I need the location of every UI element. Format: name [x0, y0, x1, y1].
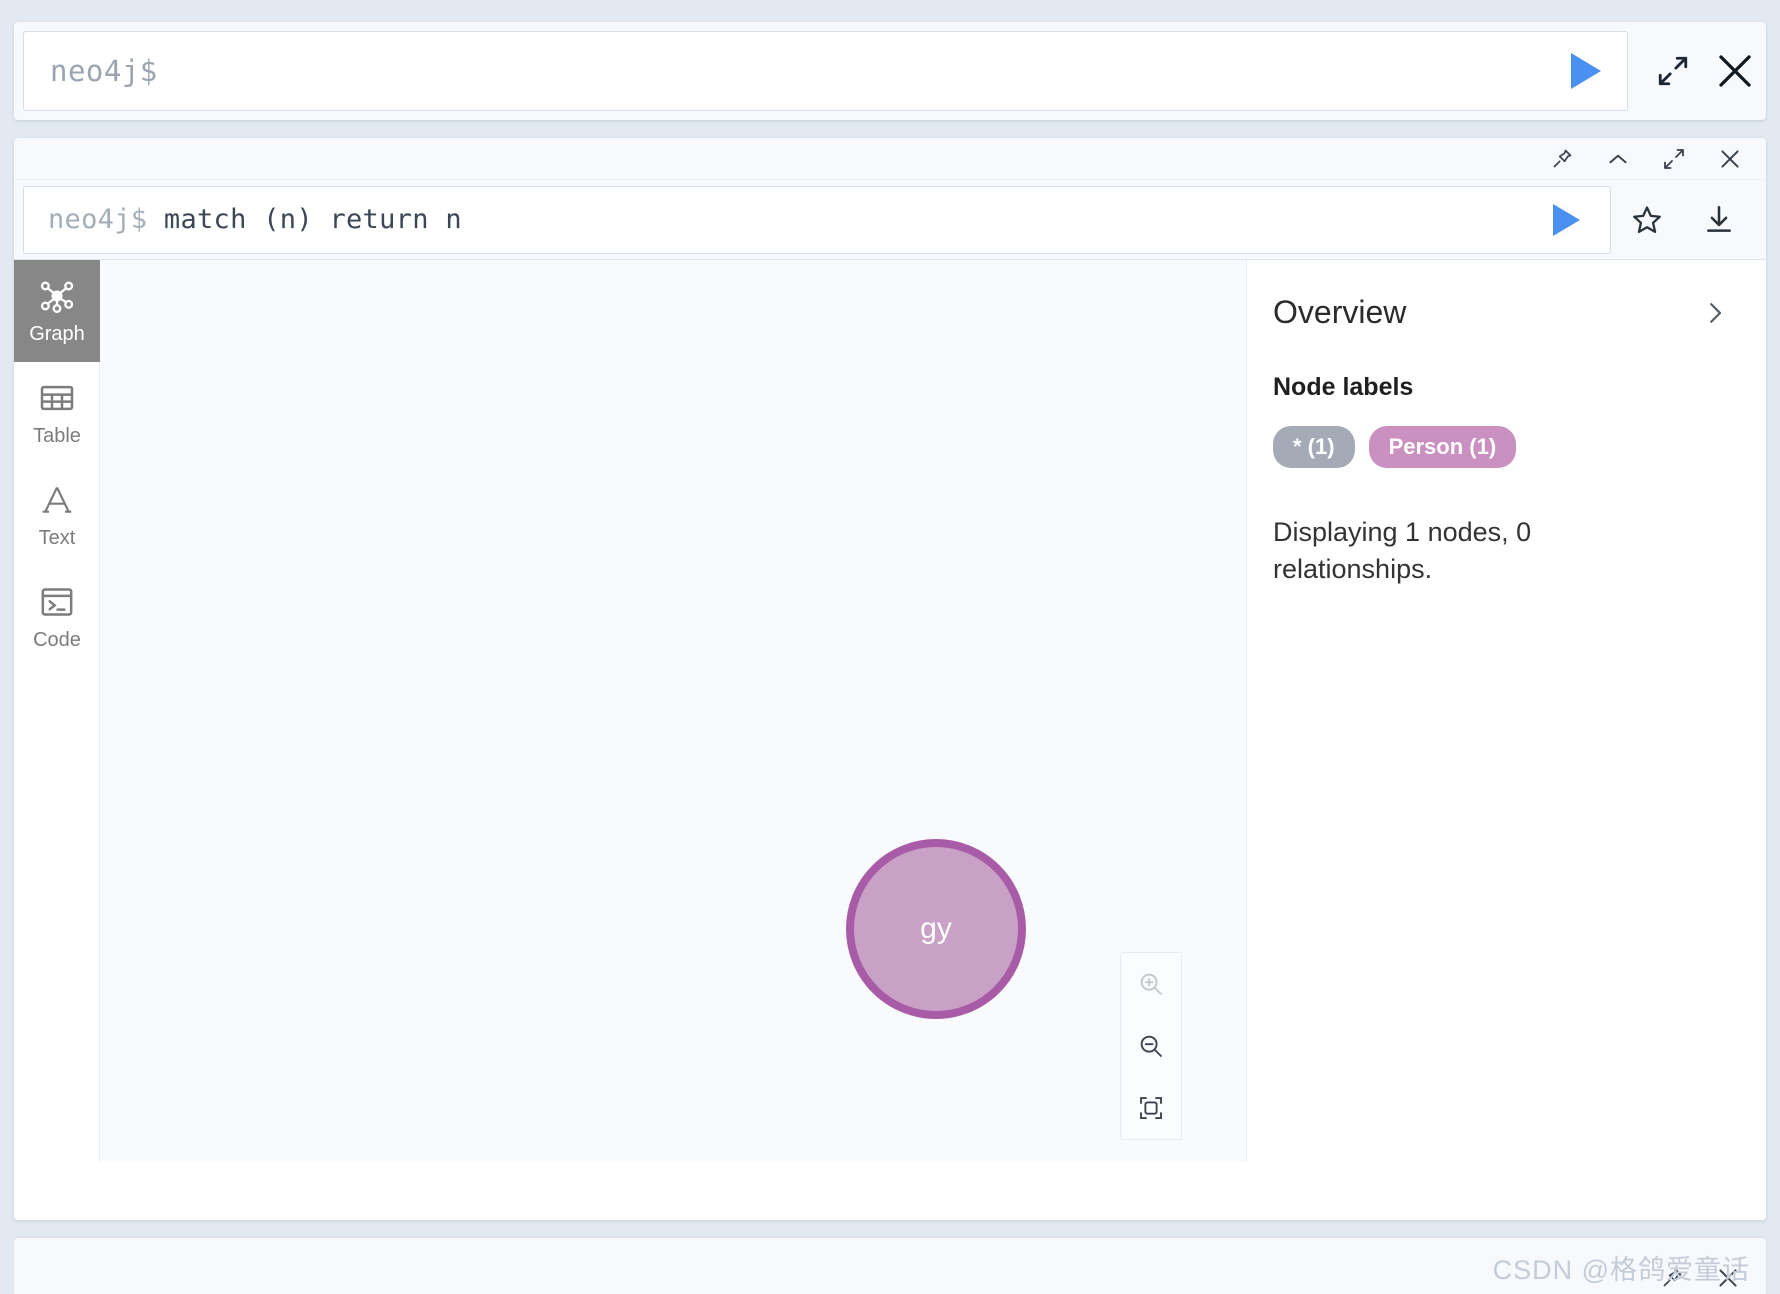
node-labels-heading: Node labels	[1273, 373, 1414, 401]
frame-query-input[interactable]: neo4j$ match (n) return n	[23, 185, 1611, 254]
overview-collapse-button[interactable]	[1694, 294, 1736, 337]
graph-node-caption: gy	[920, 912, 952, 945]
pin-icon	[1663, 1268, 1682, 1287]
graph-node[interactable]: gy	[846, 839, 1026, 1019]
frame-query-value: match (n) return n	[163, 204, 462, 235]
app-root: neo4j$ neo4j$ match (n) return n Graph T…	[0, 0, 1780, 1294]
pin-icon	[1553, 149, 1572, 167]
frame-run-button[interactable]	[1553, 203, 1580, 236]
view-tab-graph[interactable]: Graph	[14, 260, 100, 362]
text-icon	[42, 487, 72, 513]
fit-to-screen-icon	[1140, 1097, 1162, 1119]
table-icon	[40, 385, 74, 411]
main-editor-expand-button[interactable]	[1642, 40, 1704, 102]
result-frame: neo4j$ match (n) return n Graph Table Te…	[14, 138, 1766, 1220]
view-tab-table[interactable]: Table	[14, 362, 100, 464]
main-editor-run-button[interactable]	[1569, 53, 1603, 89]
bottom-frame-pin-button[interactable]	[1644, 1257, 1700, 1294]
overview-panel: Overview Node labels * (1) Person (1) Di…	[1246, 260, 1766, 1162]
bottom-frame	[14, 1238, 1766, 1294]
zoom-controls	[1120, 952, 1182, 1140]
fit-to-screen-button[interactable]	[1121, 1077, 1181, 1139]
graph-icon	[40, 281, 74, 313]
frame-download-button[interactable]	[1683, 186, 1755, 254]
frame-expand-button[interactable]	[1646, 138, 1702, 180]
frame-header	[14, 138, 1766, 180]
frame-query-actions	[1611, 186, 1755, 254]
node-label-pill-person[interactable]: Person (1)	[1368, 426, 1517, 468]
overview-header: Overview	[1273, 294, 1736, 337]
main-editor-actions	[1642, 40, 1766, 102]
expand-icon	[1658, 56, 1688, 86]
frame-collapse-button[interactable]	[1590, 138, 1646, 180]
chevron-up-icon	[1609, 154, 1627, 163]
close-icon	[1721, 149, 1739, 168]
frame-query-prompt: neo4j$	[48, 204, 164, 235]
node-label-pill-all[interactable]: * (1)	[1273, 426, 1355, 468]
node-label-pills: * (1) Person (1)	[1273, 426, 1736, 468]
close-icon	[1719, 1269, 1737, 1287]
main-editor-prompt: neo4j$	[50, 54, 158, 88]
frame-query-text: neo4j$ match (n) return n	[24, 204, 462, 235]
chevron-right-icon	[1710, 303, 1722, 323]
graph-canvas[interactable]: gy	[100, 260, 1246, 1162]
overview-title: Overview	[1273, 294, 1407, 330]
star-icon	[1633, 205, 1661, 233]
frame-pin-button[interactable]	[1534, 138, 1590, 180]
frame-body: Graph Table Text Code gy Overview Node l…	[14, 260, 1766, 1162]
view-tab-text-label: Text	[38, 527, 76, 549]
code-icon	[41, 588, 73, 616]
play-icon	[1571, 53, 1601, 89]
main-editor-bar: neo4j$	[14, 22, 1766, 120]
frame-query-row: neo4j$ match (n) return n	[14, 180, 1766, 260]
frame-favorite-button[interactable]	[1611, 186, 1683, 254]
view-tab-text[interactable]: Text	[14, 464, 100, 566]
download-icon	[1707, 205, 1731, 232]
overview-summary: Displaying 1 nodes, 0 relationships.	[1273, 517, 1532, 585]
view-tab-table-label: Table	[33, 425, 81, 447]
zoom-out-button[interactable]	[1121, 1015, 1181, 1077]
zoom-in-button[interactable]	[1121, 953, 1181, 1015]
frame-close-button[interactable]	[1702, 138, 1758, 180]
expand-icon	[1664, 148, 1684, 169]
view-tabs-sidebar: Graph Table Text Code	[14, 260, 100, 1162]
zoom-in-icon	[1140, 973, 1162, 995]
play-icon	[1553, 203, 1580, 236]
main-editor-close-button[interactable]	[1704, 40, 1766, 102]
close-icon	[1719, 55, 1751, 87]
main-editor-input[interactable]: neo4j$	[23, 31, 1628, 111]
bottom-frame-close-button[interactable]	[1700, 1257, 1756, 1294]
view-tab-code[interactable]: Code	[14, 566, 100, 668]
view-tab-code-label: Code	[33, 629, 81, 651]
view-tab-graph-label: Graph	[29, 323, 85, 345]
zoom-out-icon	[1140, 1035, 1162, 1057]
